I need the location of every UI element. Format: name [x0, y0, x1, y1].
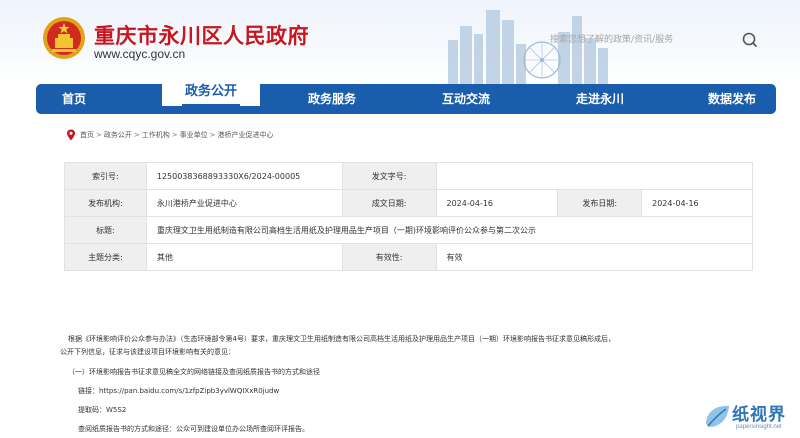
created-date-label: 成文日期: [341, 189, 437, 217]
table-row: 主题分类: 其他 有效性: 有效 [64, 243, 753, 271]
breadcrumb-current[interactable]: 港桥产业促进中心 [218, 130, 274, 140]
watermark-text: 纸视界 [732, 405, 786, 425]
nav-item-data-release[interactable]: 数据发布 [708, 84, 756, 114]
watermark-url: papersinsight.net [736, 424, 782, 430]
breadcrumb-gov-affairs[interactable]: 政务公开 [104, 130, 132, 140]
table-row: 标题: 重庆理文卫生用纸制造有限公司高档生活用纸及护理用品生产项目（一期)环境影… [64, 216, 754, 244]
validity-value: 有效 [435, 243, 753, 271]
breadcrumb-work-agencies[interactable]: 工作机构 [142, 130, 170, 140]
breadcrumb-separator: > [209, 131, 216, 139]
org-label: 发布机构: [64, 189, 147, 217]
table-row: 发布机构: 永川港桥产业促进中心 成文日期: 2024-04-16 发布日期: … [64, 189, 753, 217]
breadcrumb-separator: > [133, 131, 140, 139]
breadcrumb: 首页 > 政务公开 > 工作机构 > 事业单位 > 港桥产业促进中心 [66, 128, 274, 142]
doc-no-label: 发文字号: [341, 162, 437, 190]
published-date-value: 2024-04-16 [641, 189, 753, 217]
breadcrumb-separator: > [96, 131, 102, 139]
download-link[interactable]: 链接：https://pan.baidu.com/s/1zfpZipb3yvlW… [78, 386, 279, 396]
org-value: 永川港桥产业促进中心 [145, 189, 343, 217]
national-emblem-icon [43, 17, 85, 59]
site-title: 重庆市永川区人民政府 [94, 24, 309, 48]
search-box [538, 28, 768, 52]
created-date-value: 2024-04-16 [435, 189, 559, 217]
topic-label: 主题分类: [64, 243, 147, 271]
nav-item-interaction[interactable]: 互动交流 [442, 84, 490, 114]
breadcrumb-public-institutions[interactable]: 事业单位 [180, 130, 208, 140]
document-info-table: 索引号: 1250038368893330X6/2024-00005 发文字号:… [64, 162, 754, 271]
breadcrumb-separator: > [171, 131, 178, 139]
site-header: 重庆市永川区人民政府 www.cqyc.gov.cn [0, 0, 800, 84]
paragraph-line: 根据《环境影响评价公众参与办法》（生态环境部令第4号）要求，重庆理文卫生用纸制造… [68, 335, 615, 343]
title-value: 重庆理文卫生用纸制造有限公司高档生活用纸及护理用品生产项目（一期)环境影响评价公… [145, 216, 754, 244]
index-no-value: 1250038368893330X6/2024-00005 [145, 162, 343, 190]
search-icon[interactable] [740, 30, 760, 50]
breadcrumb-home[interactable]: 首页 [80, 130, 94, 140]
index-no-label: 索引号: [64, 162, 147, 190]
location-pin-icon [67, 129, 75, 141]
nav-item-gov-services[interactable]: 政务服务 [308, 84, 356, 114]
main-nav: 首页 政务公开 政务服务 互动交流 走进永川 数据发布 [36, 80, 776, 114]
published-date-label: 发布日期: [557, 189, 643, 217]
topic-value: 其他 [145, 243, 343, 271]
nav-item-gov-affairs[interactable]: 政务公开 [162, 80, 260, 106]
nav-item-gov-affairs-label: 政务公开 [184, 84, 237, 99]
extraction-code: 提取码：W5S2 [78, 406, 127, 414]
doc-no-value [435, 162, 753, 190]
paper-copy-info: 查阅纸质报告书的方式和途径：公众可到建设单位办公场所查阅环评报告。 [78, 425, 309, 433]
search-input[interactable] [538, 28, 738, 52]
nav-item-about-yongchuan[interactable]: 走进永川 [576, 84, 624, 114]
watermark-logo: 纸视界 papersinsight.net [700, 398, 798, 436]
table-row: 索引号: 1250038368893330X6/2024-00005 发文字号: [64, 162, 753, 190]
paragraph-line: 公开下列信息，征求与该建设项目环境影响有关的意见： [60, 348, 235, 356]
nav-item-home[interactable]: 首页 [62, 84, 86, 114]
site-url: www.cqyc.gov.cn [94, 47, 186, 61]
nav-active-underline [182, 104, 240, 106]
title-label: 标题: [64, 216, 147, 244]
leaf-logo-icon [706, 405, 729, 427]
validity-label: 有效性: [341, 243, 437, 271]
section-heading: （一）环境影响报告书征求意见稿全文的网络链接及查阅纸质报告书的方式和途径 [68, 368, 320, 376]
